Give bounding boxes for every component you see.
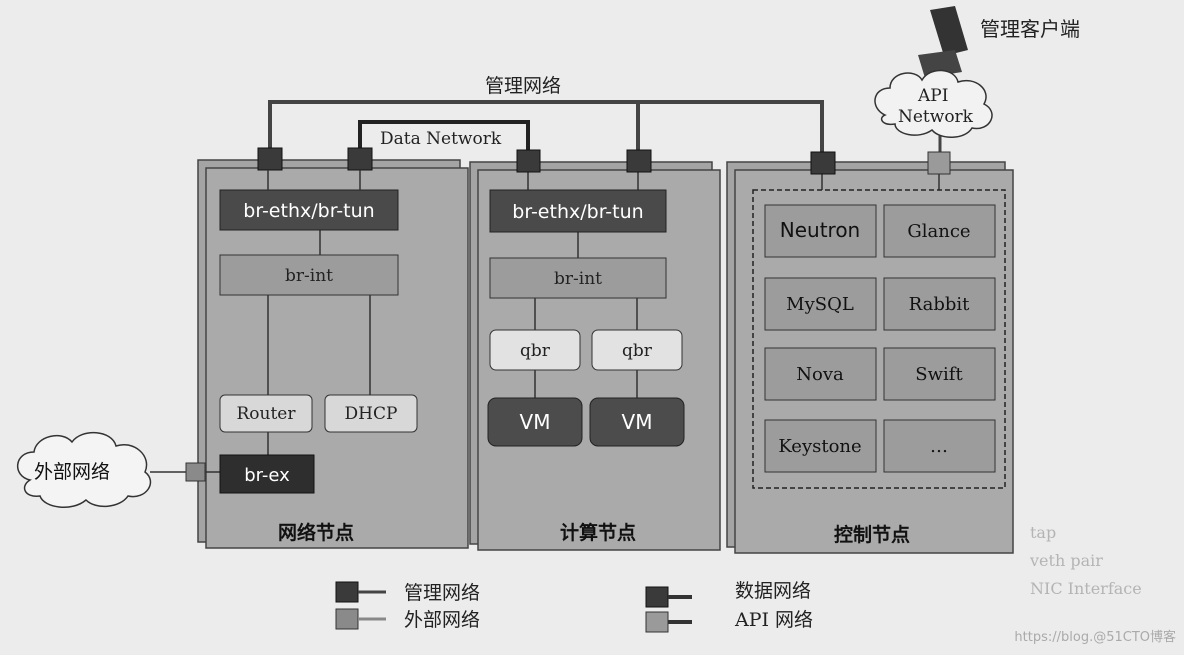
dhcp-label: DHCP: [345, 404, 398, 424]
br-ex-label: br-ex: [244, 465, 290, 486]
service-label: Rabbit: [909, 294, 970, 315]
external-cloud-label: 外部网络: [34, 461, 110, 483]
compute-node: br-ethx/br-tun br-int qbr qbr VM VM 计算节点: [469, 149, 721, 551]
router-label: Router: [236, 404, 296, 424]
api-cloud-line2: Network: [898, 107, 974, 127]
service-label: Glance: [907, 221, 970, 242]
legend-item-api: API 网络: [645, 609, 813, 633]
management-network-lines: [268, 100, 824, 152]
legend-item-mgmt: 管理网络: [335, 581, 480, 604]
svg-text:API 网络: API 网络: [734, 609, 813, 631]
data-network-label: Data Network: [380, 129, 502, 149]
control-node: Neutron Glance MySQL Rabbit Nova Swift Keyston…: [726, 151, 1014, 554]
svg-text:数据网络: 数据网络: [735, 580, 811, 602]
external-port: [185, 462, 206, 482]
diagram-canvas: 管理网络 Data Network 管理客户端 API Network br-e…: [0, 0, 1184, 655]
mgmt-port: [810, 151, 836, 175]
data-port: [516, 149, 541, 173]
api-port: [927, 151, 951, 175]
svg-text:veth pair: veth pair: [1029, 551, 1103, 570]
svg-text:NIC Interface: NIC Interface: [1030, 579, 1142, 598]
legend-item-data: 数据网络: [645, 580, 811, 608]
svg-text:tap: tap: [1030, 523, 1056, 542]
network-node-title: 网络节点: [278, 521, 354, 544]
service-label: Neutron: [780, 218, 860, 242]
client-label: 管理客户端: [980, 17, 1080, 41]
br-int-label: br-int: [554, 269, 602, 289]
qbr-label-1: qbr: [520, 341, 551, 361]
svg-text:外部网络: 外部网络: [404, 609, 480, 631]
mgmt-port: [257, 147, 283, 171]
svg-text:管理网络: 管理网络: [404, 582, 480, 604]
faint-background-legend: tap veth pair NIC Interface: [1029, 523, 1142, 598]
br-tun-label: br-ethx/br-tun: [512, 201, 643, 223]
legend-item-external: 外部网络: [335, 608, 480, 631]
api-network-cloud: API Network: [874, 69, 993, 138]
service-label: Swift: [915, 364, 963, 385]
mgmt-port: [626, 149, 652, 173]
mgmt-network-label: 管理网络: [485, 75, 561, 97]
compute-node-title: 计算节点: [560, 521, 636, 544]
data-port: [347, 147, 373, 171]
service-label: Keystone: [778, 436, 861, 457]
service-label: …: [930, 436, 948, 457]
qbr-label-2: qbr: [622, 341, 653, 361]
legend: 管理网络 外部网络 数据网络 API 网络: [335, 580, 813, 633]
watermark: https://blog.@51CTO博客: [1014, 629, 1176, 645]
br-tun-label: br-ethx/br-tun: [243, 200, 374, 222]
service-label: MySQL: [786, 294, 854, 315]
control-node-title: 控制节点: [834, 523, 910, 546]
br-int-label: br-int: [285, 266, 333, 286]
api-cloud-line1: API: [917, 86, 948, 106]
vm-label-2: VM: [622, 410, 653, 434]
external-network-cloud: 外部网络: [17, 432, 186, 508]
service-label: Nova: [796, 364, 844, 385]
vm-label-1: VM: [520, 410, 551, 434]
network-node: br-ethx/br-tun br-int Router DHCP br-ex …: [185, 147, 469, 549]
